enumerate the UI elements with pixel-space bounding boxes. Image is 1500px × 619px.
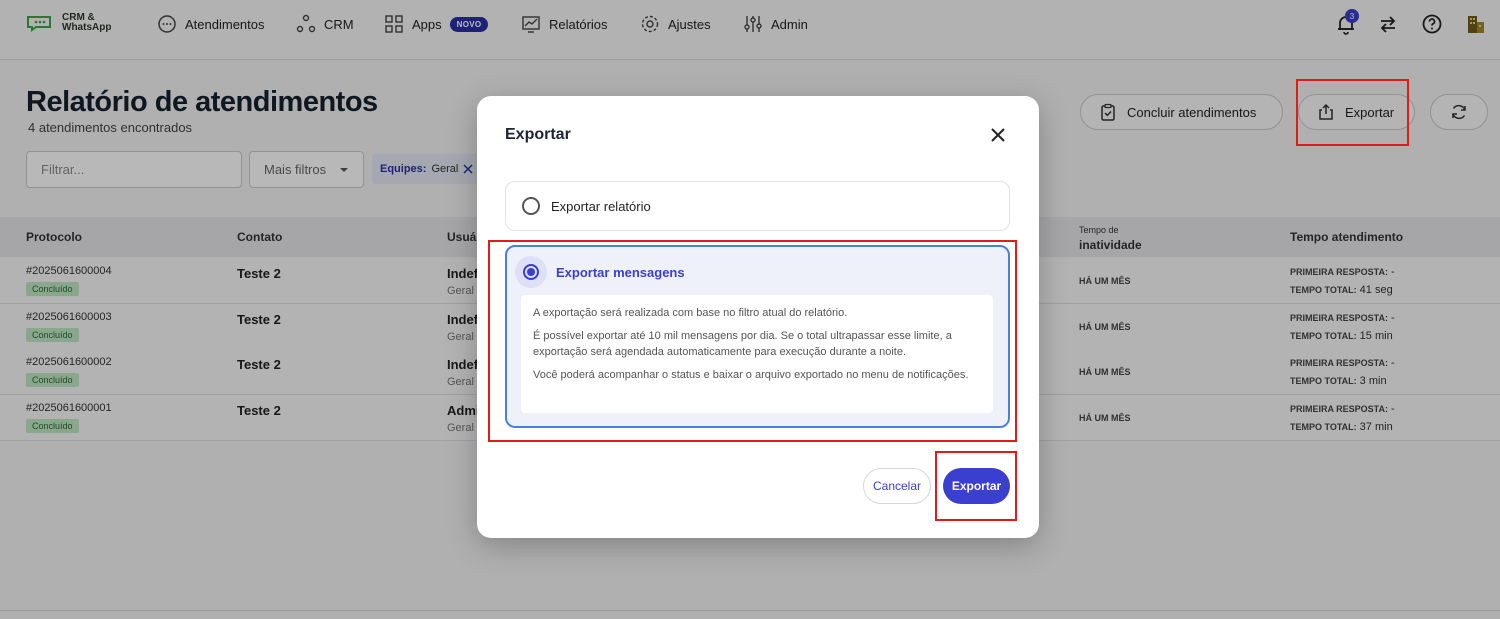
info-line: A exportação será realizada com base no … — [533, 307, 848, 319]
export-modal: Exportar Exportar relatório Exportar men… — [477, 96, 1039, 538]
radio-unselected[interactable] — [522, 197, 540, 215]
cancel-button[interactable]: Cancelar — [863, 468, 931, 504]
close-icon[interactable] — [989, 126, 1007, 144]
option-export-messages-label: Exportar mensagens — [556, 264, 685, 280]
radio-selected[interactable] — [515, 256, 547, 288]
export-info-box: A exportação será realizada com base no … — [521, 295, 993, 413]
option-export-messages[interactable]: Exportar mensagens A exportação será rea… — [505, 245, 1010, 428]
modal-title: Exportar — [505, 126, 571, 143]
info-line: É possível exportar até 10 mil mensagens… — [533, 330, 952, 358]
confirm-export-button[interactable]: Exportar — [943, 468, 1010, 504]
option-export-report-label: Exportar relatório — [551, 198, 651, 214]
info-line: Você poderá acompanhar o status e baixar… — [533, 369, 969, 381]
option-export-report[interactable]: Exportar relatório — [505, 181, 1010, 231]
